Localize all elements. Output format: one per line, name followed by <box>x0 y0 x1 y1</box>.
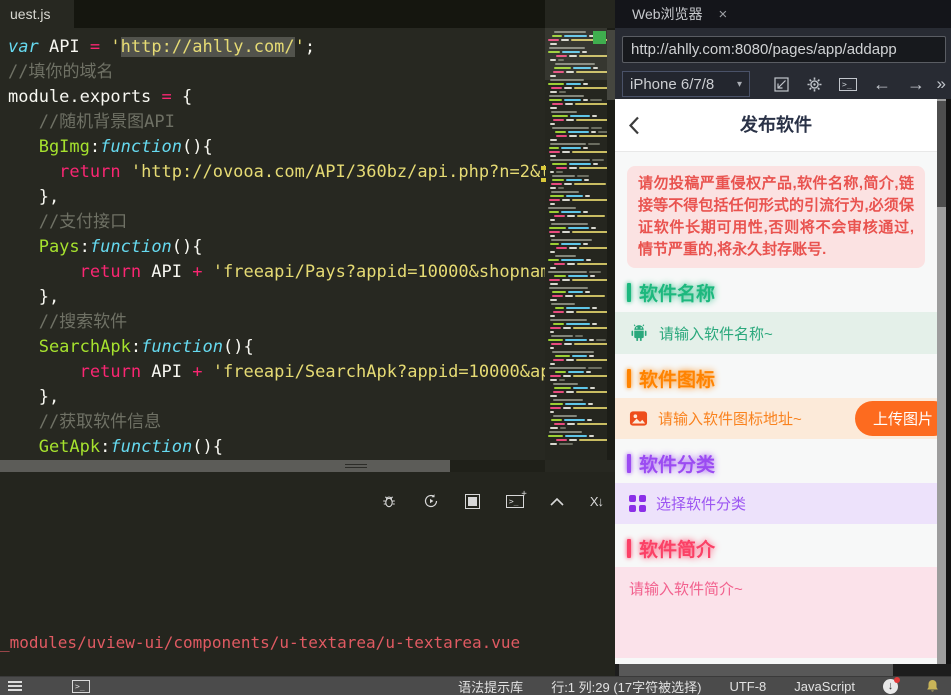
minimap-lines <box>545 31 607 445</box>
new-terminal-icon[interactable]: >_ <box>505 489 527 510</box>
overview-match-tick <box>541 178 546 182</box>
editor-vertical-scrollbar[interactable] <box>607 28 615 460</box>
syntax-lib-status[interactable]: 语法提示库 <box>458 677 523 695</box>
console-toolbar: >_ X↓ <box>380 489 604 510</box>
preview-vertical-thumb[interactable] <box>937 101 946 207</box>
chevron-down-icon: ▾ <box>736 78 742 90</box>
section-heading-name: 软件名称 <box>627 281 937 305</box>
device-row: iPhone 6/7/8 ▾ >_ ← → » <box>622 70 948 98</box>
bell-icon[interactable] <box>926 679 939 693</box>
app-category-placeholder: 选择软件分类 <box>656 496 747 513</box>
panel-right-edge <box>946 99 951 676</box>
editor-horizontal-thumb[interactable] <box>0 460 450 472</box>
debug-icon[interactable] <box>380 492 398 510</box>
editor-region: uest.js var API = 'http://ahlly.com/';//… <box>0 0 615 676</box>
section-heading-category: 软件分类 <box>627 452 937 476</box>
minimap[interactable] <box>545 28 607 460</box>
overview-match-tick <box>541 166 546 170</box>
code-area[interactable]: var API = 'http://ahlly.com/';//填你的域名 mod… <box>0 28 545 460</box>
page-navbar: 发布软件 <box>615 99 937 152</box>
browser-tab-label[interactable]: Web浏览器 <box>632 4 703 24</box>
heading-bar <box>627 453 631 473</box>
browser-tabbar: Web浏览器 × <box>615 0 951 28</box>
upload-image-button[interactable]: 上传图片 <box>854 401 937 436</box>
update-icon[interactable]: ↓ <box>883 676 900 694</box>
page-title: 发布软件 <box>740 115 812 135</box>
collapse-icon[interactable] <box>548 492 566 510</box>
restart-icon[interactable] <box>422 492 440 510</box>
preview-vertical-scrollbar[interactable] <box>937 99 946 664</box>
ide-window: uest.js var API = 'http://ahlly.com/';//… <box>0 0 951 695</box>
clear-console-icon[interactable]: X↓ <box>590 494 604 509</box>
preview-horizontal-thumb[interactable] <box>619 664 893 676</box>
encoding-status[interactable]: UTF-8 <box>729 679 766 694</box>
device-select[interactable]: iPhone 6/7/8 ▾ <box>622 71 750 97</box>
editor-horizontal-scrollbar[interactable] <box>0 460 545 472</box>
app-name-input[interactable]: 请输入软件名称~ <box>615 312 937 354</box>
heading-bar <box>627 538 631 558</box>
preview-horizontal-scrollbar[interactable] <box>615 664 951 676</box>
editor-vertical-thumb[interactable] <box>607 30 615 100</box>
app-icon-placeholder: 请输入软件图标地址~ <box>658 411 802 428</box>
app-category-select[interactable]: 选择软件分类 <box>615 483 937 524</box>
image-icon <box>629 409 648 428</box>
minimap-marker <box>593 31 606 44</box>
app-description-placeholder: 请输入软件简介~ <box>629 581 743 598</box>
section-heading-icon: 软件图标 <box>627 367 937 391</box>
android-icon <box>629 323 649 343</box>
notification-dot <box>894 676 900 683</box>
code-editor[interactable]: var API = 'http://ahlly.com/';//填你的域名 mod… <box>0 28 615 472</box>
page-preview: 发布软件 请勿投稿严重侵权产品,软件名称,简介,链接等不得包括任何形式的引流行为… <box>615 99 937 664</box>
editor-tabbar: uest.js <box>0 0 615 28</box>
console-terminal-icon[interactable]: >_ <box>839 77 857 91</box>
app-name-placeholder: 请输入软件名称~ <box>659 325 773 343</box>
grid-icon <box>629 495 646 512</box>
heading-bar <box>627 282 631 302</box>
language-mode-status[interactable]: JavaScript <box>794 679 855 694</box>
browser-panel: Web浏览器 × iPhone 6/7/8 ▾ <box>615 0 951 676</box>
nav-back-icon[interactable]: ← <box>873 75 891 93</box>
heading-bar <box>627 368 631 388</box>
editor-tab-request-js[interactable]: uest.js <box>0 0 75 28</box>
console-panel: >_ X↓ _modules/uview-ui/components/u-tex… <box>0 472 615 676</box>
nav-forward-icon[interactable]: → <box>907 75 925 93</box>
settings-gear-icon[interactable] <box>806 76 823 93</box>
tabbar-filler <box>545 0 615 28</box>
section-heading-description: 软件简介 <box>627 537 937 561</box>
device-select-value: iPhone 6/7/8 <box>630 75 715 93</box>
browser-toolbar: iPhone 6/7/8 ▾ <box>615 28 951 99</box>
back-chevron-icon[interactable] <box>628 116 640 135</box>
warning-notice: 请勿投稿严重侵权产品,软件名称,简介,链接等不得包括任何形式的引流行为,必须保证… <box>627 166 925 268</box>
stop-icon[interactable] <box>464 492 482 510</box>
status-bar: >_ 语法提示库 行:1 列:29 (17字符被选择) UTF-8 JavaSc… <box>0 676 951 695</box>
terminal-icon[interactable]: >_ <box>72 679 90 693</box>
app-description-textarea[interactable]: 请输入软件简介~ <box>615 567 937 658</box>
console-line[interactable]: _modules/uview-ui/components/u-textarea/… <box>0 630 520 655</box>
menu-icon[interactable] <box>8 681 22 691</box>
url-input[interactable] <box>622 36 946 63</box>
overflow-menu-icon[interactable]: » <box>937 74 946 94</box>
app-icon-input[interactable]: 请输入软件图标地址~ 上传图片 <box>615 398 937 439</box>
detach-window-icon[interactable] <box>773 76 790 93</box>
close-icon[interactable]: × <box>719 6 728 23</box>
cursor-position-status[interactable]: 行:1 列:29 (17字符被选择) <box>551 677 701 695</box>
